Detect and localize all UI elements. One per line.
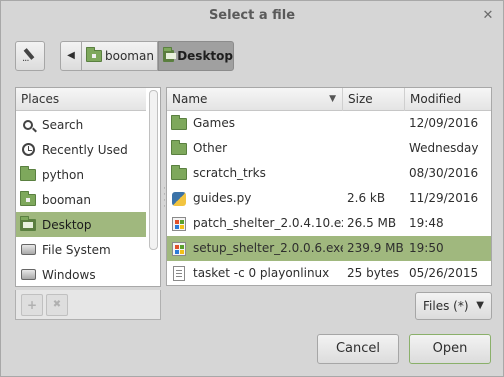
file-size: 239.9 MB xyxy=(347,241,404,255)
place-label: Desktop xyxy=(42,217,92,232)
cancel-button[interactable]: Cancel xyxy=(317,334,399,364)
file-modified: 05/26/2015 xyxy=(409,266,479,280)
file-name: Other xyxy=(193,141,228,155)
clock-icon xyxy=(21,143,35,156)
file-list-header: Name ▼ Size Modified xyxy=(167,88,491,111)
file-modified: Wednesday xyxy=(409,141,479,155)
file-size: 25 bytes xyxy=(347,266,400,280)
file-modified: 19:48 xyxy=(409,216,444,230)
crumb-label: Desktop xyxy=(177,49,233,63)
add-bookmark-button[interactable]: + xyxy=(21,294,43,316)
file-size xyxy=(347,161,405,186)
python-file-icon xyxy=(172,191,186,206)
file-modified: 08/30/2016 xyxy=(409,166,479,180)
file-size xyxy=(347,111,405,136)
file-chooser-dialog: Select a file ✕ ◀ booman Desktop Places … xyxy=(0,0,504,377)
place-item-search[interactable]: Search xyxy=(16,112,146,137)
place-label: Windows xyxy=(42,267,96,282)
places-header: Places xyxy=(16,88,146,111)
file-modified: 12/09/2016 xyxy=(409,116,479,130)
path-crumb-booman[interactable]: booman xyxy=(82,41,158,71)
column-name-header[interactable]: Name ▼ xyxy=(167,88,343,111)
folder-icon xyxy=(171,139,187,155)
drive-icon xyxy=(20,269,36,280)
file-size: 26.5 MB xyxy=(347,216,397,230)
place-label: Search xyxy=(42,117,84,132)
sort-descending-icon: ▼ xyxy=(329,94,336,104)
desktop-folder-icon xyxy=(20,215,36,231)
place-item-file-system[interactable]: File System xyxy=(16,237,146,262)
file-size: 2.6 kB xyxy=(347,191,386,205)
place-item-desktop[interactable]: Desktop xyxy=(16,212,146,237)
place-label: booman xyxy=(42,192,91,207)
home-folder-icon xyxy=(86,47,102,62)
close-icon[interactable]: ✕ xyxy=(481,9,495,23)
file-row[interactable]: scratch_trks 08/30/2016 xyxy=(167,161,491,186)
file-row[interactable]: guides.py 2.6 kB 11/29/2016 xyxy=(167,186,491,211)
file-name: patch_shelter_2.0.4.10.exe xyxy=(193,216,343,230)
column-size-header[interactable]: Size xyxy=(343,88,405,111)
file-row[interactable]: Games 12/09/2016 xyxy=(167,111,491,136)
place-label: python xyxy=(42,167,84,182)
filter-value: Files (*) xyxy=(423,299,469,313)
exe-file-icon xyxy=(172,241,186,256)
places-panel: Places Search Recently Used python booma… xyxy=(15,87,161,287)
left-arrow-icon: ◀ xyxy=(67,50,75,61)
search-icon xyxy=(23,119,33,130)
folder-icon xyxy=(20,165,36,181)
place-item-booman[interactable]: booman xyxy=(16,187,146,212)
file-row[interactable]: Other Wednesday xyxy=(167,136,491,161)
type-location-button[interactable] xyxy=(15,41,45,71)
place-item-recently-used[interactable]: Recently Used xyxy=(16,137,146,162)
chevron-down-icon: ▼ xyxy=(476,300,484,311)
remove-bookmark-button[interactable]: ✖ xyxy=(46,294,68,316)
column-modified-header[interactable]: Modified xyxy=(405,88,491,111)
file-modified: 11/29/2016 xyxy=(409,191,479,205)
home-folder-icon xyxy=(20,190,36,206)
file-list: Name ▼ Size Modified Games 12/09/2016 Ot… xyxy=(166,87,492,286)
file-row-selected[interactable]: setup_shelter_2.0.0.6.exe 239.9 MB 19:50 xyxy=(167,236,491,261)
folder-icon xyxy=(171,164,187,180)
place-label: File System xyxy=(42,242,111,257)
open-button[interactable]: Open xyxy=(409,334,491,364)
place-label: Recently Used xyxy=(42,142,128,157)
exe-file-icon xyxy=(172,216,186,231)
dialog-title: Select a file xyxy=(208,8,296,23)
path-crumb-desktop[interactable]: Desktop xyxy=(158,41,234,71)
file-name: setup_shelter_2.0.0.6.exe xyxy=(193,241,343,255)
file-size xyxy=(347,136,405,161)
file-name: tasket -c 0 playonlinux xyxy=(193,266,330,280)
drive-icon xyxy=(20,244,36,255)
text-file-icon xyxy=(173,266,185,281)
places-scrollbar[interactable] xyxy=(149,90,158,250)
file-row[interactable]: tasket -c 0 playonlinux 25 bytes 05/26/2… xyxy=(167,261,491,286)
file-name: scratch_trks xyxy=(193,166,266,180)
place-item-windows[interactable]: Windows xyxy=(16,262,146,287)
places-toolbar: + ✖ xyxy=(15,290,161,320)
pencil-icon xyxy=(22,48,38,64)
file-modified: 19:50 xyxy=(409,241,444,255)
path-back-button[interactable]: ◀ xyxy=(60,41,82,71)
folder-icon xyxy=(171,114,187,130)
file-row[interactable]: patch_shelter_2.0.4.10.exe 26.5 MB 19:48 xyxy=(167,211,491,236)
desktop-folder-icon xyxy=(163,47,177,62)
place-item-python[interactable]: python xyxy=(16,162,146,187)
file-name: Games xyxy=(193,116,235,130)
crumb-label: booman xyxy=(105,49,154,63)
file-name: guides.py xyxy=(193,191,252,205)
file-type-filter-select[interactable]: Files (*) ▼ xyxy=(415,292,492,320)
pane-splitter-handle[interactable]: · · · · xyxy=(163,185,166,212)
